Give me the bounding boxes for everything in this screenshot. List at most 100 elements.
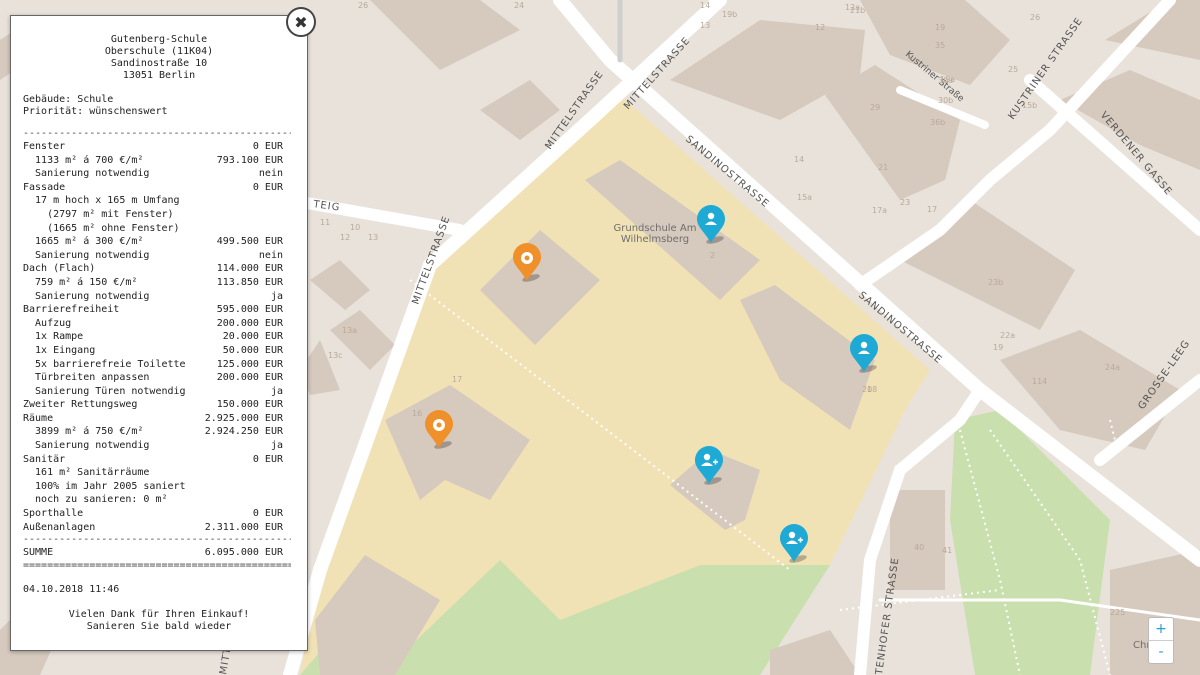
house-number: 16 [412, 409, 422, 418]
line-item-label: 17 m hoch x 165 m Umfang [23, 195, 180, 207]
school-marker-icon [425, 410, 453, 449]
zoom-control: + - [1148, 617, 1174, 664]
line-item-value: 125.000 EUR [216, 358, 283, 370]
line-item: Fenster 0 EUR [11, 140, 307, 154]
person-add-marker[interactable] [779, 524, 809, 564]
line-item-label: 3899 m² á 750 €/m² [23, 426, 144, 438]
house-number: 26 [1030, 13, 1040, 22]
person-marker[interactable] [696, 205, 726, 245]
receipt-meta: Gebäude: Schule Priorität: wünschenswert [11, 82, 307, 118]
school-marker-icon [513, 243, 541, 282]
zoom-in-button[interactable]: + [1149, 618, 1173, 640]
person-add-marker[interactable] [694, 446, 724, 486]
house-number: 19 [935, 23, 945, 32]
line-item: 5x barrierefreie Toilette 125.000 EUR [11, 358, 307, 372]
sum-row: SUMME 6.095.000 EUR [11, 546, 307, 560]
line-item-label: Fassade [23, 181, 66, 193]
line-item-value [191, 466, 283, 480]
line-item-label: Räume [23, 412, 54, 424]
line-item: Sanitär 0 EUR [11, 453, 307, 467]
line-item: Sanierung notwendig nein [11, 249, 307, 263]
line-item-value [191, 208, 283, 222]
line-item: 1133 m² á 700 €/m² 793.100 EUR [11, 154, 307, 168]
line-item: Außenanlagen 2.311.000 EUR [11, 521, 307, 535]
line-item: (1665 m² ohne Fenster) [11, 222, 307, 236]
line-item: Fassade 0 EUR [11, 181, 307, 195]
house-number: 24 [514, 1, 524, 10]
thanks-line-1: Vielen Dank für Ihren Einkauf! [68, 608, 250, 620]
line-item-label: Sanierung notwendig [23, 168, 150, 180]
school-street: Sandinostraße 10 [110, 58, 208, 69]
line-item-value: 50.000 EUR [222, 344, 283, 356]
line-item: (2797 m² mit Fenster) [11, 208, 307, 222]
line-item-label: 1x Rampe [23, 331, 84, 343]
line-item: Barrierefreiheit 595.000 EUR [11, 303, 307, 317]
line-item-label: Dach (Flach) [23, 263, 96, 275]
building-label: Gebäude: [23, 94, 72, 105]
person-marker-icon [697, 205, 725, 244]
school-name: Gutenberg-Schule [110, 34, 208, 45]
line-item-value: 595.000 EUR [216, 304, 283, 316]
house-number: 15b [1022, 101, 1037, 110]
line-item-value: 200.000 EUR [216, 317, 283, 329]
close-button[interactable]: ✖ [286, 7, 316, 37]
person-marker[interactable] [849, 334, 879, 374]
line-item-value: ja [270, 440, 283, 452]
line-item-label: (1665 m² ohne Fenster) [23, 222, 180, 234]
line-item: 1x Eingang 50.000 EUR [11, 344, 307, 358]
house-number: 13c [328, 351, 343, 360]
line-item: Zweiter Rettungsweg 150.000 EUR [11, 398, 307, 412]
sum-label: SUMME [23, 547, 54, 559]
house-number: 14 [794, 155, 804, 164]
separator-line: ----------------------------------------… [23, 534, 291, 546]
line-item-label: noch zu sanieren: 0 m² [23, 494, 168, 506]
line-item: 100% im Jahr 2005 saniert [11, 480, 307, 494]
line-item-label: Außenanlagen [23, 521, 96, 533]
house-number: 25 [1008, 65, 1018, 74]
house-number: 17 [452, 375, 462, 384]
line-item: noch zu sanieren: 0 m² [11, 493, 307, 507]
line-item: Dach (Flach) 114.000 EUR [11, 262, 307, 276]
house-number: 12 [815, 23, 825, 32]
renovation-receipt-panel: Gutenberg-Schule Oberschule (11K04) Sand… [10, 15, 308, 651]
house-number: 2 [710, 251, 715, 260]
line-item-value [191, 480, 283, 494]
line-item-label: 1133 m² á 700 €/m² [23, 154, 144, 166]
house-number: 22a [1000, 331, 1015, 340]
line-item-value: 2.924.250 EUR [204, 426, 283, 438]
line-item-value [191, 222, 283, 236]
line-item: 759 m² á 150 €/m² 113.850 EUR [11, 276, 307, 290]
house-number: 20 [862, 385, 872, 394]
line-item-label: 1665 m² á 300 €/m² [23, 236, 144, 248]
line-item: Räume 2.925.000 EUR [11, 412, 307, 426]
receipt-thanks: Vielen Dank für Ihren Einkauf! Sanieren … [11, 609, 307, 633]
person-marker-icon [850, 334, 878, 373]
zoom-out-button[interactable]: - [1149, 640, 1173, 663]
line-item-value: 114.000 EUR [216, 263, 283, 275]
line-item-label: 759 m² á 150 €/m² [23, 276, 138, 288]
school-marker[interactable] [424, 410, 454, 450]
poi-label-school: Grundschule Am [614, 223, 697, 234]
school-type: Oberschule (11K04) [104, 46, 214, 57]
building-value: Schule [77, 94, 114, 105]
separator-line: ----------------------------------------… [23, 128, 291, 139]
line-item-label: Sporthalle [23, 508, 84, 520]
line-item-value: 113.850 EUR [216, 276, 283, 288]
house-number: 14 [700, 1, 710, 10]
house-number: 17 [927, 205, 937, 214]
line-item: Sporthalle 0 EUR [11, 507, 307, 521]
line-item-label: Sanierung notwendig [23, 440, 150, 452]
house-number: 36b [930, 118, 945, 127]
house-number: 12 [340, 233, 350, 242]
line-item: 1665 m² á 300 €/m² 499.500 EUR [11, 235, 307, 249]
house-number: 11 [320, 218, 330, 227]
line-item-label: Zweiter Rettungsweg [23, 399, 138, 411]
school-marker[interactable] [512, 243, 542, 283]
line-item-value: 20.000 EUR [222, 331, 283, 343]
poi-label-school: Wilhelmsberg [621, 234, 689, 245]
house-number: 40 [914, 543, 924, 552]
line-item-value: nein [258, 168, 283, 180]
line-item-value: 499.500 EUR [216, 236, 283, 248]
line-item-label: Türbreiten anpassen [23, 372, 150, 384]
line-item: Sanierung Türen notwendig ja [11, 385, 307, 399]
